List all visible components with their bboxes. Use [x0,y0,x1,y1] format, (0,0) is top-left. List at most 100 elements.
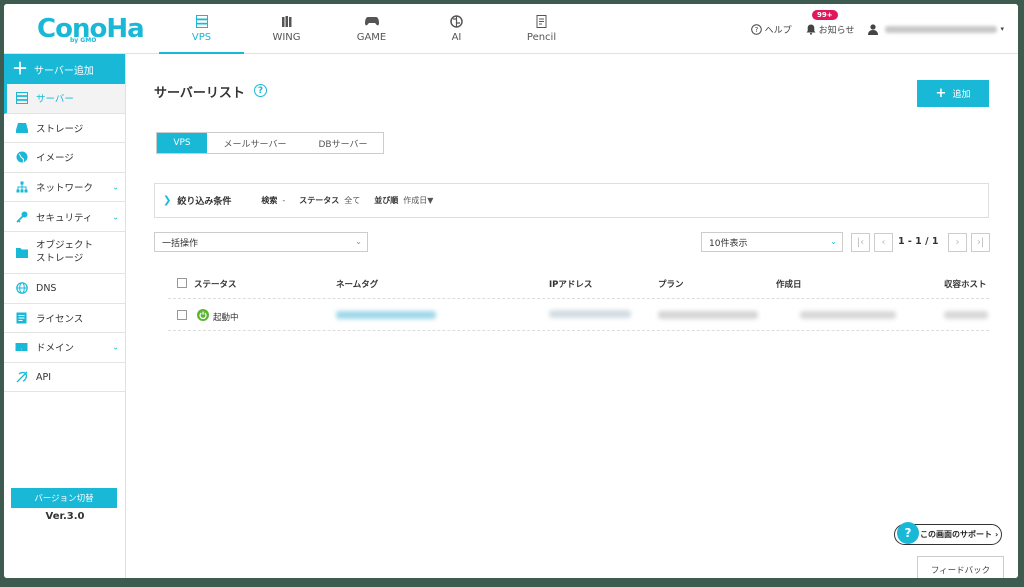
row-name-tag-redacted[interactable] [336,311,436,319]
question-icon[interactable]: ? [897,522,919,544]
select-all-checkbox[interactable] [177,278,187,288]
col-host[interactable]: 収容ホスト [944,278,987,290]
col-ip-address[interactable]: IPアドレス [549,278,592,290]
sidebar-item-domain[interactable]: . ドメイン ⌄ [4,333,125,363]
add-button[interactable]: + 追加 [917,80,989,107]
plus-icon: + [935,86,947,101]
sidebar-item-label: セキュリティ [36,212,93,224]
tab-mail-server[interactable]: メールサーバー [207,133,303,153]
globe-icon [15,151,28,164]
sidebar-item-server[interactable]: サーバー [4,84,125,114]
sidebar-item-api[interactable]: API [4,363,125,393]
help-icon: ? [750,23,762,35]
feedback-button[interactable]: フィードバック [917,556,1004,578]
sidebar-item-security[interactable]: セキュリティ ⌄ [4,202,125,232]
prev-page-button[interactable]: ‹ [874,233,893,252]
nav-wing[interactable]: WING [244,4,329,54]
nav-ai[interactable]: AI [414,4,499,54]
help-link[interactable]: ? ヘルプ [750,23,792,36]
sidebar: ＋ サーバー追加 サーバー ストレージ イメージ ネットワーク ⌄ セキュリティ… [4,54,126,578]
sidebar-item-label: DNS [36,282,57,294]
bell-icon [806,24,816,35]
storage-icon [15,121,28,134]
chevron-down-icon: ⌄ [112,212,119,222]
sidebar-item-label: ライセンス [36,313,84,325]
nav-game[interactable]: GAME [329,4,414,54]
nav-vps[interactable]: VPS [159,4,244,55]
version-switch-button[interactable]: バージョン切替 [11,488,117,508]
row-ip-redacted [549,310,631,318]
sidebar-item-license[interactable]: ライセンス [4,304,125,334]
user-menu[interactable]: ▾ [868,23,1004,35]
network-icon [15,181,28,194]
sidebar-item-dns[interactable]: DNS [4,274,125,304]
tab-db-server[interactable]: DBサーバー [303,133,383,153]
filter-sort-value: 作成日▼ [403,196,434,205]
col-plan[interactable]: プラン [658,278,684,290]
filter-sort-key: 並び順 [374,196,399,205]
col-status[interactable]: ステータス [194,278,237,290]
svg-text:?: ? [754,26,758,34]
user-email-redacted [885,25,998,33]
filter-status-key: ステータス [299,196,340,205]
sidebar-item-label: オブジェクト ストレージ [36,239,93,265]
add-button-label: 追加 [952,90,971,100]
notifications-link[interactable]: お知らせ [806,23,854,36]
filter-search-key: 検索 [261,196,278,205]
tab-vps[interactable]: VPS [157,133,207,153]
row-created-redacted [800,311,896,319]
key-icon [15,210,28,223]
divider [168,298,989,299]
row-status: 起動中 [213,313,239,323]
per-page-select[interactable]: 10件表示 ⌄ [701,232,843,252]
page-info: 1 - 1 / 1 [898,236,939,247]
brain-icon [450,15,464,28]
first-page-button[interactable]: |‹ [851,233,870,252]
sidebar-item-image[interactable]: イメージ [4,143,125,173]
sidebar-item-storage[interactable]: ストレージ [4,114,125,144]
nav-label: VPS [191,32,212,43]
help-circle-icon[interactable]: ? [254,84,267,97]
per-page-value: 10件表示 [709,238,748,249]
chevron-down-icon: ⌄ [112,182,119,192]
row-checkbox[interactable] [177,310,187,320]
support-label: この画面のサポート [920,530,992,539]
server-type-tabs: VPS メールサーバー DBサーバー [156,132,384,154]
row-host-redacted [944,311,988,319]
col-created[interactable]: 作成日 [776,278,802,290]
wing-icon [280,15,294,28]
nav-label: WING [272,32,301,43]
chevron-right-icon[interactable]: ❯ [163,195,171,206]
sidebar-item-object-storage[interactable]: オブジェクト ストレージ [4,232,125,274]
server-icon [195,15,209,28]
filter-status-value: 全て [344,196,361,205]
api-icon [15,371,28,384]
top-header: ConoHa by GMO VPS WING GAME AI Pencil 99… [4,4,1018,55]
svg-text:.: . [21,345,23,352]
add-server-button[interactable]: ＋ サーバー追加 [4,54,125,84]
version-label: Ver.3.0 [45,511,85,522]
pencil-icon [535,15,549,28]
row-plan-redacted [658,311,758,319]
chevron-down-icon: ▾ [1000,25,1004,33]
logo-sub: by GMO [70,37,97,44]
sidebar-item-network[interactable]: ネットワーク ⌄ [4,173,125,203]
next-page-button[interactable]: › [948,233,967,252]
filter-title[interactable]: 絞り込み条件 [177,194,231,207]
col-name-tag[interactable]: ネームタグ [336,278,378,290]
license-icon [15,311,28,324]
nav-label: Pencil [526,32,557,43]
plus-icon: ＋ [12,59,29,78]
sidebar-item-label: API [36,371,52,383]
server-icon [15,92,28,105]
folder-icon [15,246,28,259]
nav-label: GAME [356,32,387,43]
bulk-action-select[interactable]: 一括操作 ⌄ [154,232,368,252]
main-content: サーバーリスト ? + 追加 VPS メールサーバー DBサーバー ❯ 絞り込み… [126,54,1018,578]
divider [168,330,989,331]
nav-pencil[interactable]: Pencil [499,4,584,54]
bulk-action-value: 一括操作 [162,238,199,249]
last-page-button[interactable]: ›| [971,233,990,252]
domain-icon: . [15,341,28,354]
chevron-down-icon: ⌄ [112,342,119,352]
